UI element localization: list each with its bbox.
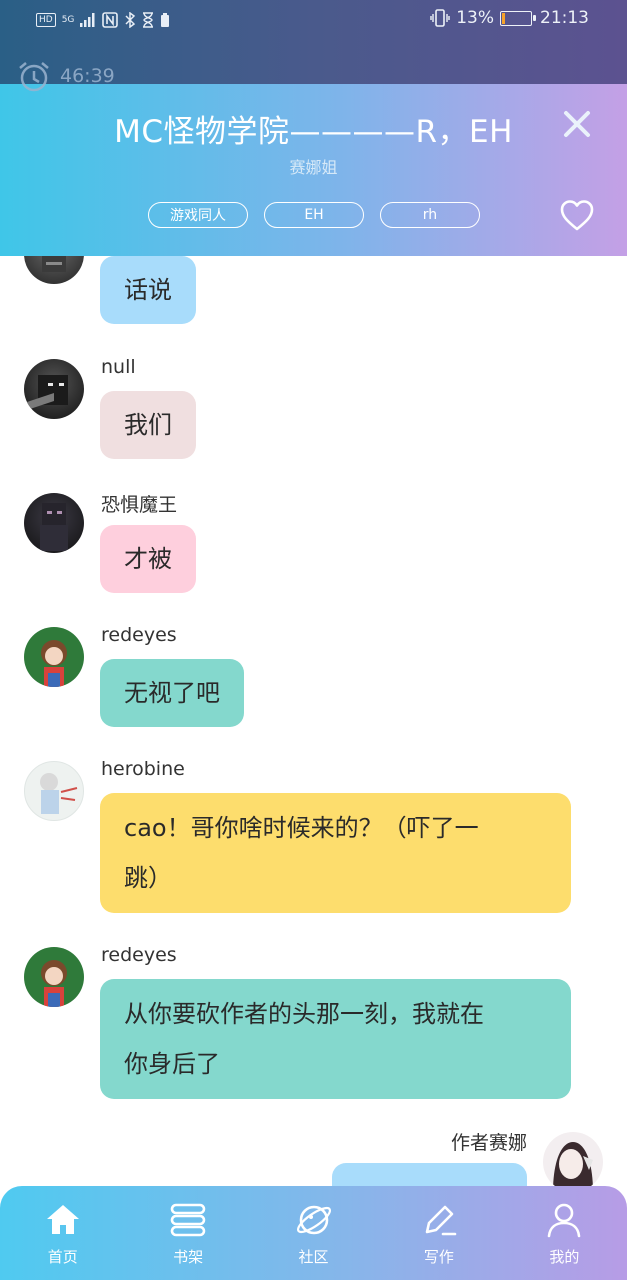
sender-name: 恐惧魔王 (101, 494, 178, 516)
tag-item[interactable]: 游戏同人 (148, 202, 248, 228)
user-icon (548, 1203, 581, 1238)
message-text: 从你要砍作者的头那一刻，我就在 (124, 1000, 484, 1028)
bottom-nav: 首页 书架 社区 写作 我的 (0, 1186, 627, 1280)
story-header: MC怪物学院————R，EH 赛娜姐 游戏同人 EH rh (0, 84, 627, 256)
sender-name: redeyes (101, 944, 177, 966)
home-icon (46, 1205, 79, 1234)
bluetooth-icon (125, 12, 136, 28)
nav-label: 社区 (298, 1248, 329, 1266)
nav-label: 书架 (173, 1248, 204, 1266)
status-left-icons: HD 5G (36, 10, 170, 30)
vibrate-icon (430, 9, 450, 27)
clock: 21:13 (540, 8, 589, 28)
network-indicator: 5G (61, 14, 75, 25)
chat-area[interactable]: 话说 null 我们 恐惧魔王 才被 redeyes 无视了吧 herobine… (0, 256, 627, 1186)
battery-saver-icon (161, 13, 170, 27)
avatar-image (553, 1142, 593, 1186)
message-text: 我们 (124, 411, 172, 439)
battery-level (502, 12, 505, 24)
bookshelf-icon (170, 1203, 206, 1237)
avatar[interactable] (24, 947, 84, 1007)
message-text: 才被 (124, 545, 172, 573)
nav-label: 写作 (423, 1248, 454, 1266)
nav-write[interactable]: 写作 (376, 1186, 501, 1280)
story-author: 赛娜姐 (289, 158, 338, 177)
message-text: 你身后了 (124, 1050, 220, 1078)
sender-name: null (101, 356, 136, 378)
avatar-image (40, 773, 78, 814)
avatar[interactable] (24, 627, 84, 687)
nav-label: 首页 (47, 1248, 78, 1266)
message-text: cao！哥你啥时候来的？（吓了一 (124, 814, 479, 842)
close-icon[interactable] (561, 108, 593, 140)
avatar-image (40, 503, 68, 551)
hd-indicator: HD (36, 13, 56, 27)
battery-icon (500, 10, 536, 26)
sender-name: redeyes (101, 624, 177, 646)
avatar[interactable] (24, 493, 84, 553)
message-bubble[interactable]: 才被 (100, 525, 196, 593)
nav-home[interactable]: 首页 (0, 1186, 125, 1280)
avatar[interactable] (24, 256, 84, 284)
avatar-image (24, 375, 68, 411)
battery-percent: 13% (456, 8, 494, 28)
avatar[interactable] (24, 359, 84, 419)
avatar[interactable] (24, 761, 84, 821)
tag-item[interactable]: rh (380, 202, 480, 228)
tag-item[interactable]: EH (264, 202, 364, 228)
nav-community[interactable]: 社区 (251, 1186, 376, 1280)
message-bubble[interactable]: 我们 (100, 391, 196, 459)
avatar-image (42, 256, 66, 272)
status-bar: HD 5G 13% 21:13 46:39 (0, 0, 627, 92)
message-text: 跳） (124, 864, 172, 892)
nav-label: 我的 (549, 1248, 580, 1266)
status-right: 13% 21:13 (430, 8, 589, 28)
sender-name: herobine (101, 758, 185, 780)
avatar-image (41, 960, 67, 1007)
message-bubble[interactable]: cao！哥你啥时候来的？（吓了一 跳） (100, 793, 571, 913)
sender-name: 作者赛娜 (450, 1132, 527, 1154)
message-bubble[interactable]: 从你要砍作者的头那一刻，我就在 你身后了 (100, 979, 571, 1099)
hourglass-icon (143, 12, 154, 28)
message-bubble[interactable]: 无视了吧 (100, 659, 244, 727)
avatar[interactable] (543, 1132, 603, 1186)
pen-icon (425, 1205, 457, 1236)
tag-list: 游戏同人 EH rh (148, 202, 480, 228)
story-title: MC怪物学院————R，EH (114, 114, 513, 150)
avatar-image (41, 640, 67, 687)
nav-bookshelf[interactable]: 书架 (125, 1186, 250, 1280)
signal-icon (80, 13, 95, 27)
message-bubble[interactable] (332, 1163, 527, 1186)
nav-profile[interactable]: 我的 (502, 1186, 627, 1280)
nfc-icon (102, 12, 119, 28)
planet-icon (296, 1205, 331, 1235)
message-text: 无视了吧 (124, 679, 220, 707)
message-text: 话说 (124, 276, 172, 304)
favorite-heart-icon[interactable] (559, 198, 595, 232)
message-bubble[interactable]: 话说 (100, 256, 196, 324)
